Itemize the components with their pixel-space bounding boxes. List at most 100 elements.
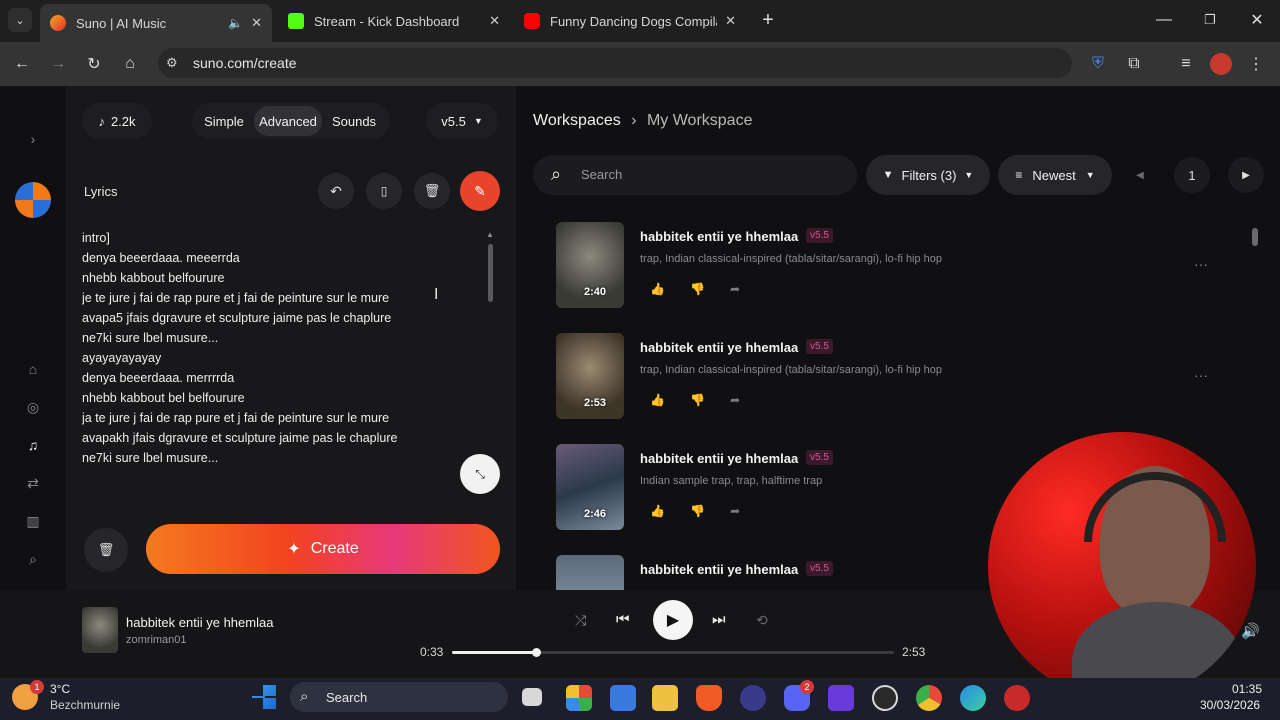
- previous-icon[interactable]: ⏮: [616, 611, 630, 628]
- home-icon[interactable]: ⌂: [24, 360, 42, 378]
- share-icon[interactable]: ➦: [730, 504, 740, 518]
- undo-button[interactable]: ↶: [318, 173, 354, 209]
- more-options-icon[interactable]: ···: [1194, 256, 1208, 272]
- extension-shield-icon[interactable]: ⛨: [1086, 52, 1110, 76]
- mode-simple[interactable]: Simple: [196, 106, 252, 136]
- explore-icon[interactable]: ◎: [24, 398, 42, 416]
- delete-button[interactable]: 🗑: [84, 528, 128, 572]
- scroll-up-icon[interactable]: ▲: [486, 230, 494, 239]
- share-icon[interactable]: ➦: [730, 393, 740, 407]
- share-icon[interactable]: ➦: [730, 282, 740, 296]
- progress-knob[interactable]: [531, 648, 541, 657]
- dislike-icon[interactable]: 👎: [690, 393, 705, 407]
- avatar[interactable]: [15, 182, 51, 218]
- close-tab-icon[interactable]: ✕: [725, 13, 736, 29]
- song-title[interactable]: habbitek entii ye hhemlaa: [640, 562, 798, 577]
- credits-pill[interactable]: ♪ 2.2k: [82, 103, 152, 139]
- extensions-icon[interactable]: ⧉: [1122, 52, 1146, 76]
- dislike-icon[interactable]: 👎: [690, 504, 705, 518]
- list-scrollbar[interactable]: [1252, 228, 1258, 246]
- new-tab-icon[interactable]: +: [756, 8, 780, 32]
- like-icon[interactable]: 👍: [650, 504, 665, 518]
- store-icon[interactable]: [610, 685, 636, 711]
- model-select[interactable]: v5.5 ▼: [426, 103, 498, 139]
- profile-avatar-icon[interactable]: [1210, 53, 1232, 75]
- search-input[interactable]: ⌕ Search: [533, 155, 857, 195]
- more-options-icon[interactable]: ···: [1194, 367, 1208, 383]
- edge-icon[interactable]: [960, 685, 986, 711]
- next-icon[interactable]: ⏭: [712, 611, 726, 628]
- song-title[interactable]: habbitek entii ye hhemlaa: [640, 229, 798, 244]
- close-tab-icon[interactable]: ✕: [251, 15, 262, 31]
- maximize-icon[interactable]: ❐: [1198, 8, 1222, 32]
- media-control-icon[interactable]: ≡: [1174, 52, 1198, 76]
- create-icon[interactable]: ♫: [24, 436, 42, 454]
- filters-button[interactable]: ▼ Filters (3) ▼: [866, 155, 990, 195]
- dislike-icon[interactable]: 👎: [690, 282, 705, 296]
- song-row[interactable]: 2:53 habbitek entii ye hhemlaa v5.5 trap…: [556, 333, 1216, 423]
- shuffle-icon[interactable]: ⤮: [575, 612, 586, 629]
- version-badge: v5.5: [806, 339, 833, 354]
- volume-icon[interactable]: 🔊: [1241, 622, 1260, 640]
- prev-page-button[interactable]: ◀: [1122, 157, 1158, 193]
- create-button[interactable]: ✦ Create: [146, 524, 500, 574]
- mode-sounds[interactable]: Sounds: [326, 106, 382, 136]
- url-text[interactable]: suno.com/create: [193, 55, 297, 71]
- brave-icon[interactable]: [696, 685, 722, 711]
- site-info-icon[interactable]: ⚙: [166, 55, 178, 71]
- obs-icon[interactable]: [740, 685, 766, 711]
- widgets-icon[interactable]: [566, 685, 592, 711]
- mode-advanced[interactable]: Advanced: [254, 106, 322, 136]
- taskbar-search[interactable]: ⌕ Search: [290, 682, 508, 712]
- player-title[interactable]: habbitek entii ye hhemlaa: [126, 615, 273, 630]
- tab-search-icon[interactable]: ⌄: [8, 8, 32, 32]
- minimize-icon[interactable]: —: [1152, 8, 1176, 32]
- breadcrumb-root[interactable]: Workspaces: [533, 112, 621, 129]
- magic-wand-button[interactable]: ✎: [460, 171, 500, 211]
- search-placeholder: Search: [581, 167, 623, 182]
- song-title[interactable]: habbitek entii ye hhemlaa: [640, 340, 798, 355]
- chrome-icon[interactable]: [916, 685, 942, 711]
- menu-icon[interactable]: ⋮: [1244, 52, 1268, 76]
- reload-icon[interactable]: ↻: [82, 52, 106, 76]
- app-red-icon[interactable]: [1004, 685, 1030, 711]
- kick-favicon-icon: [288, 13, 304, 29]
- app-b-icon[interactable]: [828, 685, 854, 711]
- player-cover[interactable]: [82, 607, 118, 653]
- tab-youtube[interactable]: Funny Dancing Dogs Compilatio ✕: [514, 6, 746, 36]
- clear-lyrics-button[interactable]: 🗑: [414, 173, 450, 209]
- clock-time[interactable]: 01:35: [1232, 682, 1262, 696]
- play-button[interactable]: ▶: [653, 600, 693, 640]
- like-icon[interactable]: 👍: [650, 282, 665, 296]
- like-icon[interactable]: 👍: [650, 393, 665, 407]
- lyrics-scrollbar[interactable]: [488, 244, 493, 302]
- file-explorer-icon[interactable]: [652, 685, 678, 711]
- filter-icon: ▼: [882, 169, 894, 181]
- studio-icon[interactable]: ⇄: [24, 474, 42, 492]
- lyrics-line: avapakh jfais dgravure et sculpture jaim…: [82, 431, 398, 445]
- repeat-icon[interactable]: ⟲: [756, 612, 768, 629]
- chatgpt-icon[interactable]: [872, 685, 898, 711]
- player-artist[interactable]: zomriman01: [126, 634, 187, 646]
- caret-down-icon: ▼: [1085, 170, 1095, 180]
- close-tab-icon[interactable]: ✕: [489, 13, 500, 29]
- sort-button[interactable]: ≡ Newest ▼: [998, 155, 1112, 195]
- forward-icon[interactable]: →: [46, 52, 70, 76]
- progress-track[interactable]: [452, 648, 894, 657]
- search-icon[interactable]: ⌕: [24, 550, 42, 568]
- clock-date[interactable]: 30/03/2026: [1200, 698, 1260, 712]
- song-row[interactable]: 2:40 habbitek entii ye hhemlaa v5.5 trap…: [556, 222, 1216, 312]
- expand-sidebar-icon[interactable]: ›: [24, 130, 42, 148]
- library-icon[interactable]: ▥: [24, 512, 42, 530]
- tab-kick[interactable]: Stream - Kick Dashboard ✕: [278, 6, 510, 36]
- lyrics-textarea[interactable]: intro] denya beeerdaaa. meeerrda nhebb k…: [82, 228, 482, 468]
- tab-suno[interactable]: Suno | AI Music 🔈 ✕: [40, 4, 272, 42]
- back-icon[interactable]: ←: [10, 52, 34, 76]
- bookmark-button[interactable]: ▯: [366, 173, 402, 209]
- next-page-button[interactable]: ▶: [1228, 157, 1264, 193]
- task-view-icon[interactable]: [522, 688, 542, 706]
- song-title[interactable]: habbitek entii ye hhemlaa: [640, 451, 798, 466]
- home-icon[interactable]: ⌂: [118, 52, 142, 76]
- close-window-icon[interactable]: ✕: [1245, 8, 1269, 32]
- collapse-button[interactable]: ⤡: [460, 454, 500, 494]
